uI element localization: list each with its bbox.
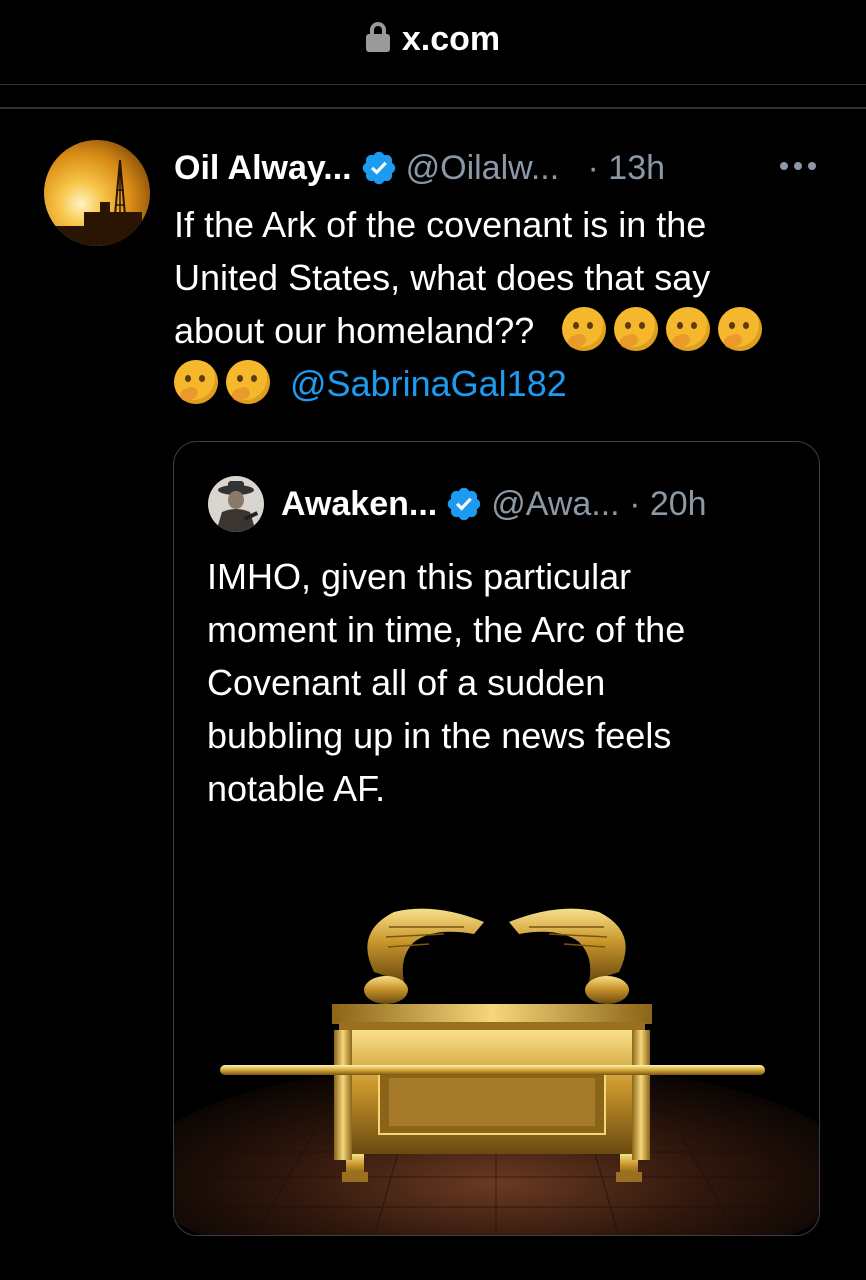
author-name[interactable]: Oil Alway... xyxy=(174,149,352,187)
tweet-text-line: about our homeland?? xyxy=(174,304,834,357)
quote-text-line: bubbling up in the news feels xyxy=(207,715,672,756)
author-handle[interactable]: @Oilalw... xyxy=(406,149,560,187)
url-text: x.com xyxy=(401,20,501,58)
mention-link[interactable]: @SabrinaGal182 xyxy=(290,363,567,404)
tweet-text-line: @SabrinaGal182 xyxy=(174,357,834,410)
thinking-face-emoji xyxy=(666,307,711,351)
quote-time[interactable]: 20h xyxy=(650,485,707,523)
tweet-text-line: If the Ark of the covenant is in the xyxy=(174,204,707,245)
thinking-face-emoji xyxy=(226,360,270,404)
lock-icon xyxy=(365,22,390,52)
ark-of-covenant-image[interactable] xyxy=(174,872,819,1235)
thinking-face-emoji xyxy=(614,307,659,351)
divider xyxy=(0,84,866,85)
tweet-text-line: United States, what does that say xyxy=(174,257,711,298)
verified-icon xyxy=(362,151,395,185)
tweet-header: Oil Alway... @Oilalw... · 13h xyxy=(174,140,834,196)
separator-dot: · xyxy=(587,149,599,187)
url-bar[interactable]: x.com xyxy=(0,0,866,84)
quote-text: IMHO, given this particular moment in ti… xyxy=(207,550,787,815)
quote-text-line: notable AF. xyxy=(207,768,386,809)
quote-author-handle[interactable]: @Awa... xyxy=(491,485,619,523)
quote-text-line: moment in time, the Arc of the xyxy=(207,609,686,650)
tweet-time[interactable]: 13h xyxy=(608,149,665,187)
quote-tweet-card[interactable]: Awaken... @Awa... · 20h IMHO, given this … xyxy=(173,441,820,1236)
quote-avatar[interactable] xyxy=(208,476,264,532)
quote-header: Awaken... @Awa... · 20h xyxy=(281,476,707,532)
tweet-text-part: about our homeland?? xyxy=(174,310,535,351)
quote-text-line: Covenant all of a sudden xyxy=(207,662,606,703)
separator-dot: · xyxy=(629,485,641,523)
divider xyxy=(0,107,866,109)
thinking-face-emoji xyxy=(174,360,218,404)
verified-icon xyxy=(448,487,481,521)
avatar[interactable] xyxy=(44,140,150,246)
tweet-actions-peek xyxy=(0,1266,866,1280)
quote-author-name[interactable]: Awaken... xyxy=(281,485,437,523)
thinking-face-emoji xyxy=(718,307,763,351)
more-icon[interactable] xyxy=(776,152,820,182)
quote-text-line: IMHO, given this particular xyxy=(207,556,632,597)
thinking-face-emoji xyxy=(562,307,607,351)
tweet-text: If the Ark of the covenant is in the Uni… xyxy=(174,198,834,410)
